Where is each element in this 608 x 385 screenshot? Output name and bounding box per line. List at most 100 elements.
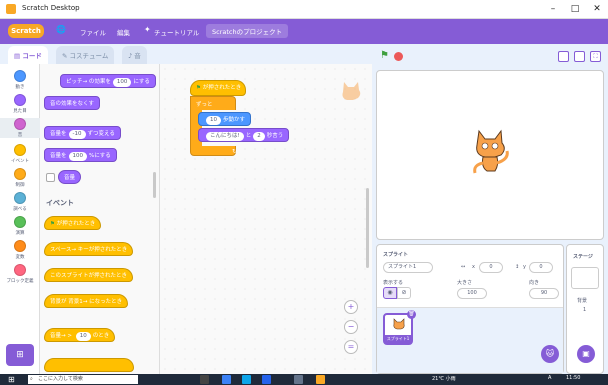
show-label: 表示する <box>383 280 404 286</box>
backdrop-count: 1 <box>583 307 587 313</box>
events-dot-icon <box>14 144 26 156</box>
palette-scrollbar[interactable] <box>153 172 156 198</box>
show-hidden-button[interactable]: ⊘ <box>397 287 411 299</box>
scratch-logo[interactable]: Scratch <box>8 24 44 38</box>
zoom-reset-button[interactable]: = <box>344 340 358 354</box>
y-arrows-icon: ↕ <box>515 264 520 270</box>
sprite-label: スプライト <box>383 252 409 258</box>
maximize-button[interactable]: □ <box>568 3 582 15</box>
minimize-button[interactable]: – <box>546 3 560 15</box>
size-input[interactable]: 100 <box>457 288 487 299</box>
category-variables[interactable]: 変数 <box>0 240 40 260</box>
category-events[interactable]: イベント <box>0 144 40 164</box>
block-when-backdrop-switches[interactable]: 背景が 背景1→ になったとき <box>44 294 129 308</box>
show-visible-button[interactable]: ◉ <box>383 287 397 299</box>
direction-input[interactable]: 90 <box>529 288 559 299</box>
block-when-flag-clicked[interactable]: ⚑ が押されたとき <box>44 216 102 230</box>
block-set-volume[interactable]: 音量を 100 %にする <box>44 148 117 162</box>
direction-label: 向き <box>529 280 540 286</box>
volume-checkbox[interactable] <box>46 173 55 182</box>
window-titlebar: Scratch Desktop – □ ✕ <box>0 0 608 19</box>
stop-icon[interactable] <box>394 52 403 61</box>
store-icon[interactable] <box>262 375 271 384</box>
add-sprite-button[interactable]: 🐱 <box>541 345 559 363</box>
green-flag-icon[interactable]: ⚑ <box>380 50 389 61</box>
tab-code[interactable]: ▤ コード <box>8 46 48 64</box>
stage-select-pane: ステージ 背景 1 ▣ <box>566 244 604 374</box>
category-sensing[interactable]: 調べる <box>0 192 40 212</box>
search-icon: ⌕ <box>30 376 33 382</box>
weather-status[interactable]: 21℃ 小雨 <box>432 375 456 382</box>
sprite-watermark-icon <box>342 82 361 100</box>
window-title: Scratch Desktop <box>22 4 80 12</box>
looks-dot-icon <box>14 94 26 106</box>
block-clear-sound-effects[interactable]: 音の効果をなくす <box>44 96 101 110</box>
block-change-volume[interactable]: 音量を -10 ずつ変える <box>44 126 121 140</box>
x-arrows-icon: ↔ <box>461 264 466 270</box>
delete-sprite-icon[interactable]: 🗑 <box>407 310 416 319</box>
explorer-icon[interactable] <box>222 375 231 384</box>
menu-tutorials[interactable]: チュートリアル <box>154 27 199 37</box>
y-input[interactable]: 0 <box>529 262 553 273</box>
section-heading-events: イベント <box>46 199 74 207</box>
brush-icon: ✎ <box>62 52 70 60</box>
sprite-thumb-label: スプライト1 <box>385 335 411 343</box>
cat-sprite-icon[interactable] <box>469 127 513 177</box>
fullscreen-icon[interactable]: ⛶ <box>590 51 601 62</box>
scratch-taskbar-icon[interactable] <box>316 375 325 384</box>
stage-header: ⚑ ⛶ <box>372 46 608 68</box>
large-stage-icon[interactable] <box>574 51 585 62</box>
sound-dot-icon <box>14 118 26 130</box>
block-when-loudness[interactable]: 音量→ > 10 のとき <box>44 328 116 342</box>
block-when-key-pressed[interactable]: スペース→ キーが押されたとき <box>44 242 134 256</box>
app-icon[interactable] <box>294 375 303 384</box>
stage-thumbnail[interactable] <box>571 267 599 289</box>
block-when-sprite-clicked[interactable]: このスプライトが押されたとき <box>44 268 134 282</box>
menu-edit[interactable]: 編集 <box>117 27 130 37</box>
edge-icon[interactable] <box>242 375 251 384</box>
block-move-steps[interactable]: 10 歩動かす <box>198 112 252 126</box>
category-motion[interactable]: 動き <box>0 70 40 90</box>
sprite-thumbnail[interactable]: スプライト1 🗑 <box>383 310 416 345</box>
category-operators[interactable]: 演算 <box>0 216 40 236</box>
block-palette: ピッチ→ の効果を 100 にする 音の効果をなくす 音量を -10 ずつ変える 音量を… <box>40 64 160 374</box>
green-flag-icon: ⚑ <box>50 221 55 227</box>
category-sound[interactable]: 音 <box>0 118 40 138</box>
ime-indicator[interactable]: A <box>548 375 551 381</box>
task-view-icon[interactable] <box>200 375 209 384</box>
tab-costumes[interactable]: ✎ コスチューム <box>56 46 115 64</box>
add-backdrop-button[interactable]: ▣ <box>577 345 595 363</box>
close-button[interactable]: ✕ <box>590 3 604 15</box>
small-stage-icon[interactable] <box>558 51 569 62</box>
zoom-in-button[interactable]: + <box>344 300 358 314</box>
windows-start-icon[interactable]: ⊞ <box>8 375 17 384</box>
category-my-blocks[interactable]: ブロック定義 <box>0 264 40 284</box>
script-hat-flag[interactable]: ⚑ が押されたとき <box>190 80 246 96</box>
my-blocks-dot-icon <box>14 264 26 276</box>
block-volume-reporter[interactable]: 音量 <box>58 170 82 184</box>
tab-sounds[interactable]: ♪ 音 <box>122 46 147 64</box>
control-dot-icon <box>14 168 26 180</box>
script-scrollbar[interactable] <box>366 188 369 268</box>
globe-icon[interactable]: 🌐 <box>56 25 66 34</box>
eye-icon: ◉ <box>387 289 393 296</box>
category-control[interactable]: 制御 <box>0 168 40 188</box>
zoom-out-button[interactable]: − <box>344 320 358 334</box>
block-set-sound-effect[interactable]: ピッチ→ の効果を 100 にする <box>60 74 156 88</box>
x-input[interactable]: 0 <box>479 262 503 273</box>
stage-canvas[interactable] <box>376 70 604 240</box>
extension-button[interactable]: ⊞ <box>6 344 34 366</box>
menu-file[interactable]: ファイル <box>80 27 106 37</box>
sprite-name-input[interactable]: スプライト1 <box>383 262 433 273</box>
taskbar-search[interactable]: ⌕ ここに入力して検索 <box>28 375 138 384</box>
extension-icon: ⊞ <box>16 350 24 360</box>
clock[interactable]: 11:50 <box>566 375 580 381</box>
block-say-for-secs[interactable]: こんにちは! と 2 秒言う <box>198 128 290 142</box>
menu-bar: Scratch 🌐 ファイル 編集 ✦ チュートリアル Scratchのプロジェ… <box>0 19 608 44</box>
category-looks[interactable]: 見た目 <box>0 94 40 114</box>
block-partial[interactable] <box>44 358 134 372</box>
stage-pane-title: ステージ <box>573 254 593 260</box>
script-area[interactable]: ⚑ が押されたとき ずっと 10 歩動かす こんにちは! と 2 秒言う ↻ + − = <box>160 64 372 374</box>
size-label: 大きさ <box>457 280 473 286</box>
project-title[interactable]: Scratchのプロジェクト <box>206 24 289 38</box>
